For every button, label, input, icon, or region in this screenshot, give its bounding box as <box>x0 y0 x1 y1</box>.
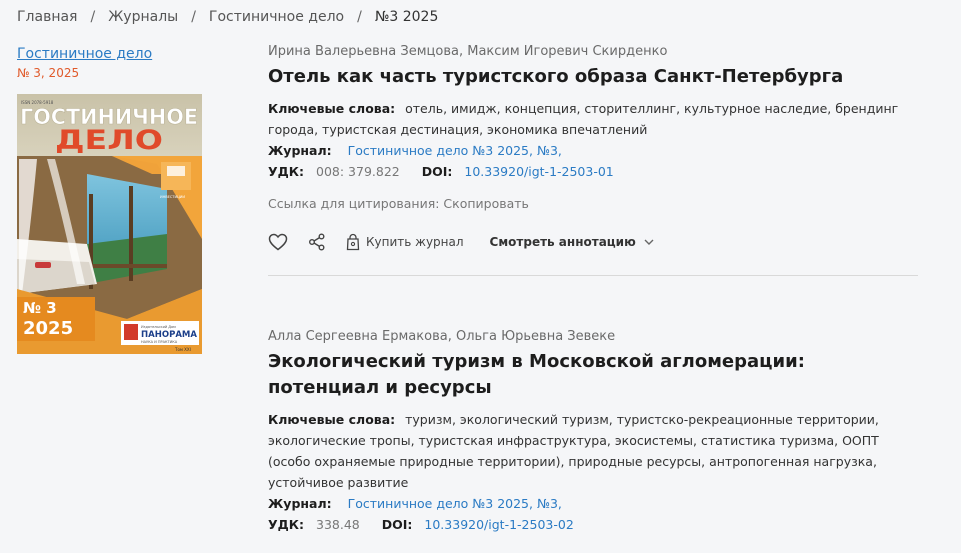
breadcrumb-journals[interactable]: Журналы <box>108 9 178 25</box>
cover-volume: Том XXI <box>174 347 191 352</box>
buy-journal-label: Купить журнал <box>366 235 464 249</box>
article-journal-row: Журнал: Гостиничное дело №3 2025, №3, <box>268 140 918 161</box>
article-journal-link[interactable]: Гостиничное дело №3 2025, №3, <box>348 143 562 158</box>
keywords-label: Ключевые слова: <box>268 412 396 427</box>
svg-text:ИНВЕСТИЦИИ: ИНВЕСТИЦИИ <box>160 195 185 199</box>
article-list: Ирина Валерьевна Земцова, Максим Игореви… <box>268 44 918 535</box>
journal-label: Журнал: <box>268 143 332 158</box>
doi-link[interactable]: 10.33920/igt-1-2503-01 <box>464 164 613 179</box>
buy-journal-button[interactable]: Купить журнал <box>346 233 464 251</box>
article-actions: Купить журнал Смотреть аннотацию <box>268 233 918 251</box>
bag-icon <box>346 233 360 251</box>
cover-issue-number: № 3 <box>23 299 57 317</box>
breadcrumb-home[interactable]: Главная <box>17 9 77 25</box>
cover-year: 2025 <box>23 318 73 339</box>
cover-title-2: ДЕЛО <box>55 125 163 156</box>
view-annotation-button[interactable]: Смотреть аннотацию <box>484 235 656 249</box>
udk-label: УДК: <box>268 164 304 179</box>
cover-illustration: ISSN 2078-5918 ГОСТИНИЧНОЕ ДЕЛО ИНВЕСТИЦ… <box>17 94 202 354</box>
article-item: Ирина Валерьевна Земцова, Максим Игореви… <box>268 44 918 276</box>
heart-icon <box>268 233 288 251</box>
doi-label: DOI: <box>381 517 413 532</box>
view-annotation-label: Смотреть аннотацию <box>489 235 636 249</box>
citation-copy-link[interactable]: Ссылка для цитирования: Скопировать <box>268 196 918 211</box>
breadcrumb-separator: / <box>357 9 362 25</box>
breadcrumb: Главная / Журналы / Гостиничное дело / №… <box>17 9 438 25</box>
journal-label: Журнал: <box>268 496 332 511</box>
keywords-label: Ключевые слова: <box>268 101 396 116</box>
journal-cover-image[interactable]: ISSN 2078-5918 ГОСТИНИЧНОЕ ДЕЛО ИНВЕСТИЦ… <box>17 94 202 354</box>
article-journal-row: Журнал: Гостиничное дело №3 2025, №3, <box>268 493 918 514</box>
breadcrumb-separator: / <box>191 9 196 25</box>
udk-label: УДК: <box>268 517 304 532</box>
article-keywords: Ключевые слова: туризм, экологический тур… <box>268 409 918 493</box>
article-udk-doi-row: УДК: 008: 379.822 DOI: 10.33920/igt-1-2503-… <box>268 161 918 182</box>
article-udk-doi-row: УДК: 338.48 DOI: 10.33920/igt-1-2503-02 <box>268 514 918 535</box>
udk-value: 008: 379.822 <box>316 164 400 179</box>
sidebar-issue-label: № 3, 2025 <box>17 66 80 80</box>
article-item: Алла Сергеевна Ермакова, Ольга Юрьевна З… <box>268 329 918 535</box>
article-title[interactable]: Отель как часть туристского образа Санкт… <box>268 64 918 90</box>
sidebar-journal-link[interactable]: Гостиничное дело <box>17 46 207 62</box>
share-icon <box>309 233 325 251</box>
cover-publisher-sub: НАУКА И ПРАКТИКА <box>141 340 178 344</box>
udk-value: 338.48 <box>316 517 360 532</box>
breadcrumb-separator: / <box>90 9 96 25</box>
cover-publisher-top: Издательский Дом <box>141 325 176 329</box>
article-authors: Алла Сергеевна Ермакова, Ольга Юрьевна З… <box>268 329 616 344</box>
article-keywords: Ключевые слова: отель, имидж, концепция, … <box>268 98 918 140</box>
article-divider <box>268 275 918 276</box>
article-title[interactable]: Экологический туризм в Московской агломе… <box>268 349 918 401</box>
doi-link[interactable]: 10.33920/igt-1-2503-02 <box>424 517 573 532</box>
issue-sidebar: Гостиничное дело № 3, 2025 <box>17 46 207 80</box>
article-authors: Ирина Валерьевна Земцова, Максим Игореви… <box>268 44 668 59</box>
favorite-button[interactable] <box>268 233 288 251</box>
article-journal-link[interactable]: Гостиничное дело №3 2025, №3, <box>348 496 562 511</box>
doi-label: DOI: <box>421 164 453 179</box>
breadcrumb-journal[interactable]: Гостиничное дело <box>209 9 344 25</box>
share-button[interactable] <box>308 233 326 251</box>
cover-publisher-name: ПАНОРАМА <box>141 330 197 340</box>
chevron-down-icon <box>644 239 654 245</box>
breadcrumb-current: №3 2025 <box>374 9 439 25</box>
